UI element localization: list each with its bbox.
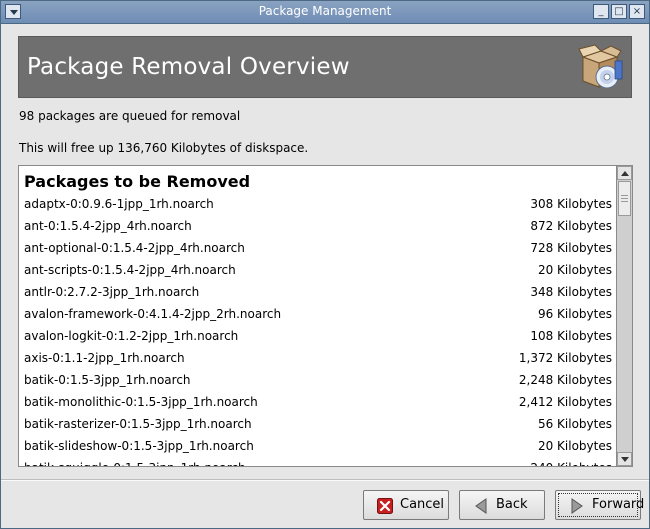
package-size: 20 Kilobytes xyxy=(537,439,612,453)
package-management-window: Package Management _ □ × Package Removal… xyxy=(0,0,650,529)
scroll-down-arrow-icon[interactable] xyxy=(617,452,632,466)
minimize-button[interactable]: _ xyxy=(593,4,609,19)
package-name: batik-monolithic-0:1.5-3jpp_1rh.noarch xyxy=(24,395,258,409)
package-row[interactable]: antlr-0:2.7.2-3jpp_1rh.noarch 348 Kilobyt… xyxy=(19,282,616,304)
package-size: 2,248 Kilobytes xyxy=(518,373,612,387)
package-size: 56 Kilobytes xyxy=(537,417,612,431)
package-name: ant-optional-0:1.5.4-2jpp_4rh.noarch xyxy=(24,241,245,255)
window-title: Package Management xyxy=(258,4,392,18)
header-banner: Package Removal Overview xyxy=(18,36,632,98)
page-title: Package Removal Overview xyxy=(27,54,350,80)
back-arrow-icon xyxy=(475,498,487,514)
title-bar[interactable]: Package Management _ □ × xyxy=(1,1,649,24)
cancel-label: Cancel xyxy=(400,497,445,512)
button-separator xyxy=(1,479,649,481)
package-size: 728 Kilobytes xyxy=(530,241,612,255)
package-row[interactable]: batik-slideshow-0:1.5-3jpp_1rh.noarch 20 … xyxy=(19,436,616,458)
close-button[interactable]: × xyxy=(629,4,645,19)
package-name: avalon-framework-0:4.1.4-2jpp_2rh.noarch xyxy=(24,307,282,321)
vertical-scrollbar[interactable] xyxy=(617,165,633,467)
cancel-x-icon xyxy=(377,498,393,514)
package-row[interactable]: batik-0:1.5-3jpp_1rh.noarch 2,248 Kilobyt… xyxy=(19,370,616,392)
package-rows: adaptx-0:0.9.6-1jpp_1rh.noarch 308 Kiloby… xyxy=(19,194,616,466)
back-label: Back xyxy=(496,497,528,512)
package-name: batik-slideshow-0:1.5-3jpp_1rh.noarch xyxy=(24,439,254,453)
cancel-button[interactable]: Cancel xyxy=(363,490,449,520)
back-button[interactable]: Back xyxy=(459,490,545,520)
package-name: batik-0:1.5-3jpp_1rh.noarch xyxy=(24,373,191,387)
package-row[interactable]: axis-0:1.1-2jpp_1rh.noarch 1,372 Kilobyte… xyxy=(19,348,616,370)
package-name: avalon-logkit-0:1.2-2jpp_1rh.noarch xyxy=(24,329,239,343)
package-name: ant-scripts-0:1.5.4-2jpp_4rh.noarch xyxy=(24,263,236,277)
forward-button[interactable]: Forward xyxy=(555,490,645,520)
list-heading: Packages to be Removed xyxy=(24,172,251,191)
package-name: ant-0:1.5.4-2jpp_4rh.noarch xyxy=(24,219,192,233)
forward-arrow-icon xyxy=(571,498,583,514)
package-box-cd-icon xyxy=(578,44,623,89)
queued-count-text: 98 packages are queued for removal xyxy=(19,109,241,123)
package-row[interactable]: adaptx-0:0.9.6-1jpp_1rh.noarch 308 Kiloby… xyxy=(19,194,616,216)
packages-list[interactable]: Packages to be Removed adaptx-0:0.9.6-1j… xyxy=(18,165,617,467)
package-name: adaptx-0:0.9.6-1jpp_1rh.noarch xyxy=(24,197,214,211)
package-size: 308 Kilobytes xyxy=(530,197,612,211)
package-row[interactable]: batik-rasterizer-0:1.5-3jpp_1rh.noarch 56… xyxy=(19,414,616,436)
package-size: 96 Kilobytes xyxy=(537,307,612,321)
package-row[interactable]: ant-0:1.5.4-2jpp_4rh.noarch 872 Kilobytes xyxy=(19,216,616,238)
forward-label: Forward xyxy=(592,497,645,512)
maximize-button[interactable]: □ xyxy=(611,4,627,19)
scroll-up-arrow-icon[interactable] xyxy=(617,166,632,180)
package-row[interactable]: batik-monolithic-0:1.5-3jpp_1rh.noarch 2,… xyxy=(19,392,616,414)
package-size: 108 Kilobytes xyxy=(530,329,612,343)
package-row[interactable]: batik-squiggle-0:1.5-3jpp_1rh.noarch 240 … xyxy=(19,458,616,466)
package-row[interactable]: avalon-framework-0:4.1.4-2jpp_2rh.noarch… xyxy=(19,304,616,326)
package-size: 2,412 Kilobytes xyxy=(518,395,612,409)
package-size: 1,372 Kilobytes xyxy=(518,351,612,365)
package-row[interactable]: ant-optional-0:1.5.4-2jpp_4rh.noarch 728 … xyxy=(19,238,616,260)
scroll-thumb[interactable] xyxy=(618,181,631,216)
package-name: batik-squiggle-0:1.5-3jpp_1rh.noarch xyxy=(24,461,246,466)
package-name: batik-rasterizer-0:1.5-3jpp_1rh.noarch xyxy=(24,417,252,431)
package-name: antlr-0:2.7.2-3jpp_1rh.noarch xyxy=(24,285,200,299)
disk-space-text: This will free up 136,760 Kilobytes of d… xyxy=(19,141,309,155)
package-row[interactable]: avalon-logkit-0:1.2-2jpp_1rh.noarch 108 K… xyxy=(19,326,616,348)
package-size: 872 Kilobytes xyxy=(530,219,612,233)
package-size: 348 Kilobytes xyxy=(530,285,612,299)
package-name: axis-0:1.1-2jpp_1rh.noarch xyxy=(24,351,185,365)
package-size: 240 Kilobytes xyxy=(530,461,612,466)
package-row[interactable]: ant-scripts-0:1.5.4-2jpp_4rh.noarch 20 Ki… xyxy=(19,260,616,282)
package-size: 20 Kilobytes xyxy=(537,263,612,277)
